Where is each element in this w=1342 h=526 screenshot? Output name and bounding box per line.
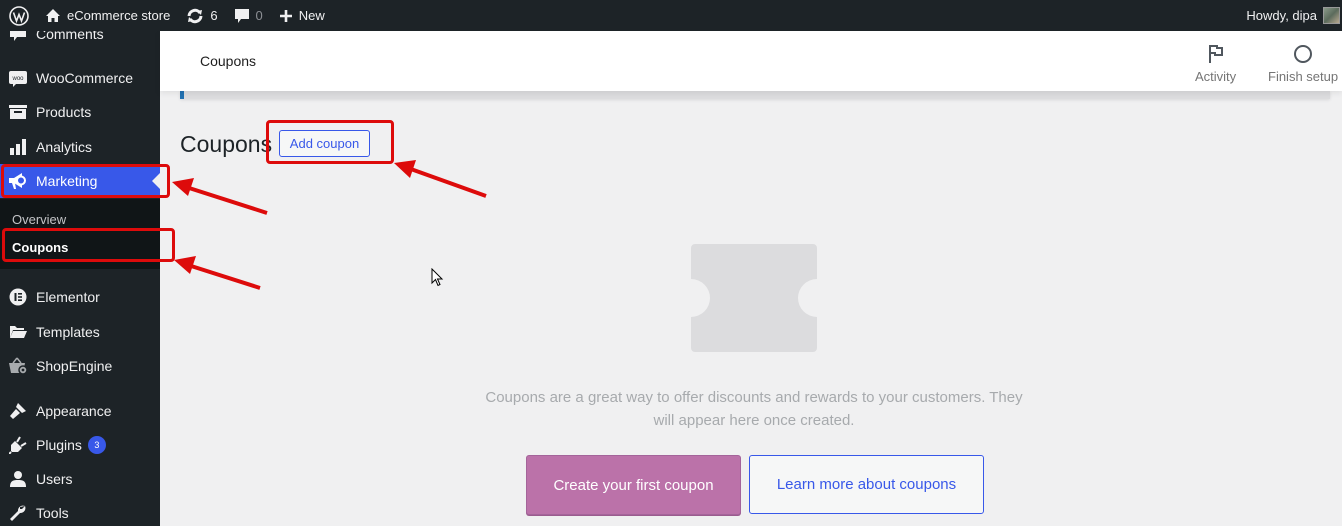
progress-circle-icon	[1293, 43, 1313, 65]
svg-text:woo: woo	[11, 76, 24, 82]
finish-setup-label: Finish setup	[1268, 69, 1339, 84]
woocommerce-header: Coupons Activity Finish setup	[160, 31, 1342, 91]
home-icon	[45, 8, 61, 23]
wordpress-logo-icon	[9, 5, 29, 26]
plugins-update-badge: 3	[87, 436, 106, 454]
archive-icon	[8, 102, 28, 122]
sidebar-item-plugins[interactable]: Plugins 3	[0, 428, 160, 462]
sidebar-item-label: WooCommerce	[36, 70, 133, 86]
arrow-to-coupons	[174, 256, 261, 290]
my-account-link[interactable]: Howdy, dipa	[1238, 0, 1342, 31]
sidebar-item-label: Appearance	[36, 403, 112, 419]
sidebar-item-shopengine[interactable]: ShopEngine	[0, 349, 160, 383]
megaphone-icon	[8, 171, 28, 191]
site-name-link[interactable]: eCommerce store	[37, 0, 178, 31]
wrench-icon	[8, 503, 28, 523]
sidebar-item-elementor[interactable]: Elementor	[0, 280, 160, 314]
marketing-submenu: Overview Coupons	[0, 199, 160, 269]
update-icon	[186, 8, 204, 24]
bar-chart-icon	[8, 137, 28, 157]
sidebar-item-label: Tools	[36, 505, 69, 521]
comments-count: 0	[255, 8, 263, 23]
sidebar-item-marketing[interactable]: Marketing	[0, 164, 160, 198]
sidebar-item-templates[interactable]: Templates	[0, 315, 160, 349]
admin-sidebar: Comments woo WooCommerce Products Analyt…	[0, 26, 160, 526]
page-title: Coupons	[180, 131, 273, 157]
updates-link[interactable]: 6	[178, 0, 225, 31]
notice-strip	[180, 91, 1330, 99]
mouse-cursor-icon	[431, 268, 444, 287]
sidebar-item-label: Plugins	[36, 437, 82, 453]
sidebar-item-products[interactable]: Products	[0, 95, 160, 129]
sidebar-item-woocommerce[interactable]: woo WooCommerce	[0, 61, 160, 95]
elementor-icon	[8, 287, 28, 307]
new-label: New	[298, 8, 325, 23]
header-title: Coupons	[200, 53, 257, 69]
avatar	[1323, 7, 1340, 24]
activity-label: Activity	[1195, 69, 1237, 84]
sidebar-item-label: Users	[36, 471, 73, 487]
plug-icon	[8, 435, 28, 455]
sidebar-item-label: ShopEngine	[36, 358, 113, 374]
site-name: eCommerce store	[67, 8, 171, 23]
new-content-link[interactable]: New	[271, 0, 333, 31]
comments-link[interactable]: 0	[226, 0, 271, 31]
woo-icon: woo	[8, 68, 28, 88]
paintbrush-icon	[8, 401, 28, 421]
submenu-item-coupons[interactable]: Coupons	[12, 240, 68, 255]
coupon-illustration-icon	[691, 244, 817, 352]
finish-setup-button[interactable]: Finish setup	[1268, 43, 1338, 84]
sidebar-item-users[interactable]: Users	[0, 462, 160, 496]
sidebar-item-label: Elementor	[36, 289, 100, 305]
submenu-item-overview[interactable]: Overview	[12, 212, 66, 227]
active-menu-pointer	[152, 173, 160, 189]
plus-icon	[279, 9, 293, 23]
sidebar-item-label: Analytics	[36, 139, 93, 155]
create-first-coupon-button[interactable]: Create your first coupon	[526, 455, 741, 515]
arrow-to-add-coupon	[394, 160, 487, 198]
basket-gear-icon	[8, 356, 28, 376]
sidebar-item-appearance[interactable]: Appearance	[0, 394, 160, 428]
wordpress-logo-button[interactable]	[1, 0, 37, 31]
user-icon	[8, 469, 28, 489]
arrow-to-marketing	[172, 178, 268, 215]
greeting: Howdy, dipa	[1246, 8, 1317, 23]
sidebar-item-analytics[interactable]: Analytics	[0, 130, 160, 164]
updates-count: 6	[210, 8, 218, 23]
comment-bubble-icon	[234, 8, 250, 24]
sidebar-item-label: Templates	[36, 324, 100, 340]
sidebar-item-label: Marketing	[36, 173, 98, 189]
sidebar-item-label: Products	[36, 104, 92, 120]
admin-bar: eCommerce store 6 0 New Howdy, dipa	[0, 0, 1342, 31]
activity-button[interactable]: Activity	[1195, 43, 1236, 84]
sidebar-item-tools[interactable]: Tools	[0, 496, 160, 526]
folder-icon	[8, 322, 28, 342]
learn-more-coupons-button[interactable]: Learn more about coupons	[749, 455, 984, 514]
flag-icon	[1208, 43, 1224, 65]
empty-state-message: Coupons are a great way to offer discoun…	[485, 389, 1023, 429]
add-coupon-button[interactable]: Add coupon	[279, 130, 370, 157]
